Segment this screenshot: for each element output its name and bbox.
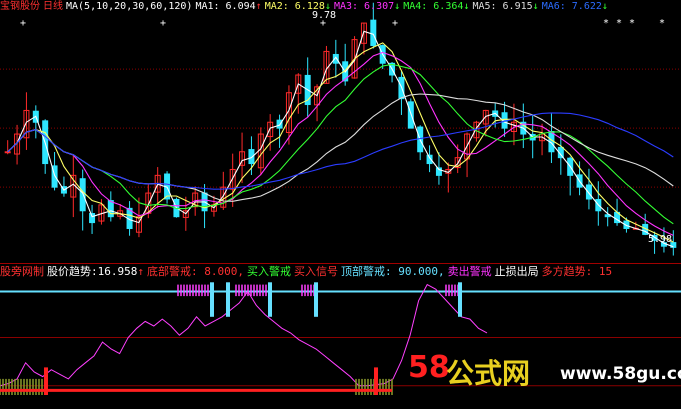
signal-marker: * [659,18,665,29]
trend-value: 16.958 [97,265,138,278]
period-label[interactable]: 日线 [43,1,63,12]
trend-arrow: ↑ [137,265,144,278]
ma1-arrow: ↑ [255,1,262,12]
candle-body [4,151,11,154]
ma3-value: MA3: 6.307 [333,1,395,12]
stop-loss: 止损出局 [494,265,539,278]
price-high-label: 9.78 [312,10,337,21]
ma5-value: MA5: 6.915 [472,1,533,12]
signal-marker: + [160,18,166,29]
buy-signal: 买入信号 [293,265,338,278]
ma1-value: MA1: 6.094 [195,1,256,12]
ma6-line [7,112,674,190]
indicator-panel-header: 股旁网制 股价趋势:16.958↑ 底部警戒: 8.000, 买入警戒 买入信号 顶部警戒… [0,265,615,279]
bottom-alert: 底部警戒: 8.000, [147,265,244,278]
signal-marker: * [603,18,609,29]
ma-params: MA(5,10,20,30,60,120) [66,1,193,12]
candle-body [89,213,96,224]
ma6-arrow: ↓ [601,1,608,12]
buy-signal-marker [44,367,48,395]
candle-body [276,119,283,129]
chart-canvas[interactable]: + + + + * * * * [0,0,681,409]
top-signal-marker [314,282,318,317]
top-signal-marker [268,282,272,317]
bull-trend: 多方趋势: 15 [541,265,613,278]
candle-body [107,200,114,218]
top-signal-marker [210,282,214,317]
top-alert: 顶部警戒: 90.000, [340,265,445,278]
signal-marker: * [616,18,622,29]
buy-alert: 买入警戒 [246,265,291,278]
price-low-label: 5.98 [648,234,673,245]
buy-signal-marker [374,367,378,395]
signal-marker: + [20,18,26,29]
candle-body [370,19,377,47]
stock-chart-window: + + + + * * * * 宝钢股份 日线 MA(5,10,20,30,60,120) MA1:… [0,0,681,409]
price-panel-header: 宝钢股份 日线 MA(5,10,20,30,60,120) MA1: 6.094↑ MA… [0,0,611,14]
stock-name[interactable]: 宝钢股份 [0,1,40,12]
sell-alert: 卖出警戒 [447,265,492,278]
top-signal-marker [226,282,230,317]
ma3-arrow: ↓ [394,1,401,12]
watermark-brand-number: 58 [408,350,450,385]
watermark-url: www.58gu.com [560,364,681,384]
ma4-arrow: ↓ [463,1,470,12]
ma5-arrow: ↓ [532,1,539,12]
indicator-name[interactable]: 股旁网制 [0,265,44,278]
top-signal-marker [458,282,462,317]
candle-body [79,178,86,212]
ma3-line [7,51,674,236]
candle-body [585,184,592,200]
signal-marker: * [629,18,635,29]
panel-divider [0,263,681,264]
signal-marker: + [392,18,398,29]
ma4-value: MA4: 6.364 [403,1,464,12]
ma6-value: MA6: 7.622 [541,1,602,12]
watermark-brand-text: 公式网 [446,357,531,390]
trend-label: 股价趋势: [47,265,98,278]
